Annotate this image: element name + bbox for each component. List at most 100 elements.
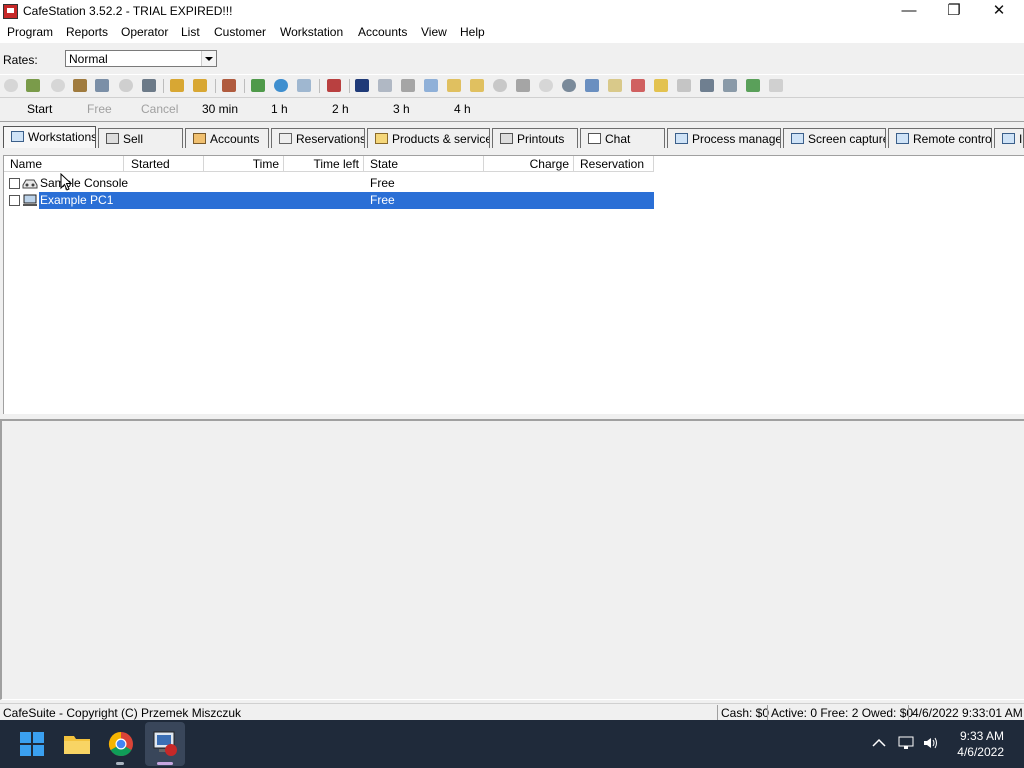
menu-operator[interactable]: Operator [121, 25, 168, 39]
column-started[interactable]: Started [124, 156, 204, 172]
row-checkbox[interactable] [9, 178, 20, 189]
menu-program[interactable]: Program [7, 25, 53, 39]
tab-products-services[interactable]: Products & services [367, 128, 490, 148]
remote-control-icon [896, 133, 909, 144]
row-checkbox[interactable] [9, 195, 20, 206]
tower-icon[interactable] [355, 79, 369, 92]
globe-icon[interactable] [274, 79, 288, 92]
tab-sell[interactable]: Sell [98, 128, 183, 148]
printer-icon[interactable] [723, 79, 737, 92]
chrome-icon[interactable] [105, 728, 137, 760]
disabled-action-icon [539, 79, 553, 92]
4-h-button[interactable]: 4 h [454, 102, 471, 116]
3-h-button[interactable]: 3 h [393, 102, 410, 116]
volume-icon[interactable] [922, 736, 938, 750]
display-icon[interactable] [677, 79, 691, 92]
minimize-button[interactable]: — [886, 0, 932, 23]
column-name[interactable]: Name [4, 156, 124, 172]
sheet-add-icon[interactable] [608, 79, 622, 92]
books-icon[interactable] [327, 79, 341, 92]
2-h-button[interactable]: 2 h [332, 102, 349, 116]
table-icon[interactable] [297, 79, 311, 92]
30-min-button[interactable]: 30 min [202, 102, 238, 116]
disabled-action-icon [769, 79, 783, 92]
rates-dropdown[interactable]: Normal [65, 50, 217, 67]
cart-icon[interactable] [401, 79, 415, 92]
column-reservation[interactable]: Reservation [574, 156, 654, 172]
chevron-down-icon[interactable] [201, 51, 216, 66]
console-icon [22, 179, 38, 189]
column-charge[interactable]: Charge [484, 156, 574, 172]
menu-bar: Program Reports Operator List Customer W… [0, 23, 1024, 43]
window-remove-icon[interactable] [631, 79, 645, 92]
lock-icon[interactable] [170, 79, 184, 92]
column-state[interactable]: State [364, 156, 484, 172]
tab-workstations[interactable]: Workstations [3, 126, 96, 148]
cancel-button[interactable]: Cancel [141, 102, 178, 116]
copyright-text: CafeSuite - Copyright (C) Przemek Miszcz… [3, 706, 242, 720]
unlock-icon[interactable] [193, 79, 207, 92]
operator-icon[interactable] [222, 79, 236, 92]
list-item[interactable]: Sample Console Free [4, 175, 654, 192]
menu-help[interactable]: Help [460, 25, 485, 39]
tab-remote-control[interactable]: Remote control [888, 128, 992, 148]
edit-icon[interactable] [470, 79, 484, 92]
column-time[interactable]: Time [204, 156, 284, 172]
tab-accounts[interactable]: Accounts [185, 128, 269, 148]
close-button[interactable]: ✕ [976, 0, 1022, 23]
start-button[interactable]: Start [27, 102, 52, 116]
computer-icon [23, 194, 37, 206]
cafestation-icon[interactable] [149, 728, 181, 760]
disabled-action-icon [51, 79, 65, 92]
user-add-icon[interactable] [26, 79, 40, 92]
1-h-button[interactable]: 1 h [271, 102, 288, 116]
monitor-icon[interactable] [378, 79, 392, 92]
tab-icon [1002, 133, 1015, 144]
tab-more[interactable]: I [994, 128, 1024, 148]
refresh-icon[interactable] [746, 79, 760, 92]
list-item[interactable]: Example PC1 Free [4, 192, 654, 209]
menu-workstation[interactable]: Workstation [280, 25, 343, 39]
rates-label: Rates: [3, 53, 38, 67]
menu-view[interactable]: View [421, 25, 447, 39]
process-icon [675, 133, 688, 144]
menu-list[interactable]: List [181, 25, 200, 39]
folder-add-icon[interactable] [447, 79, 461, 92]
cart-icon [106, 133, 119, 144]
workstation-name: Example PC1 [40, 193, 114, 207]
cash-status: Cash: $0 [717, 705, 769, 721]
disabled-action-icon [119, 79, 133, 92]
menu-accounts[interactable]: Accounts [358, 25, 407, 39]
clock[interactable]: 9:33 AM 4/6/2022 [957, 729, 1004, 759]
free-button[interactable]: Free [87, 102, 112, 116]
key-icon[interactable] [654, 79, 668, 92]
money-icon[interactable] [251, 79, 265, 92]
workstations-summary: Active: 0 Free: 2 Owed: $0 [767, 705, 913, 721]
tab-printouts[interactable]: Printouts [492, 128, 578, 148]
list-header: Name Started Time Time left State Charge… [4, 156, 1024, 173]
server-icon[interactable] [700, 79, 714, 92]
file-explorer-icon[interactable] [61, 728, 93, 760]
monitor-group-icon[interactable] [142, 79, 156, 92]
rates-value: Normal [69, 52, 108, 66]
windows-start-icon[interactable] [16, 728, 48, 760]
tab-process-manager[interactable]: Process manager [667, 128, 781, 148]
transfer-icon[interactable] [73, 79, 87, 92]
mail-icon[interactable] [424, 79, 438, 92]
wrench-icon[interactable] [95, 79, 109, 92]
tab-screen-capture[interactable]: Screen capture [783, 128, 886, 148]
menu-reports[interactable]: Reports [66, 25, 108, 39]
calendar-icon [279, 133, 292, 144]
workstation-name: Sample Console [40, 176, 129, 190]
tab-chat[interactable]: Chat [580, 128, 665, 148]
products-icon [375, 133, 388, 144]
chevron-up-icon[interactable] [871, 736, 887, 750]
network-icon[interactable] [898, 736, 914, 750]
cart-icon-2[interactable] [516, 79, 530, 92]
menu-customer[interactable]: Customer [214, 25, 266, 39]
network-icon[interactable] [585, 79, 599, 92]
column-time-left[interactable]: Time left [284, 156, 364, 172]
tab-reservations[interactable]: Reservations [271, 128, 365, 148]
maximize-button[interactable]: ❐ [931, 0, 977, 23]
clock-icon[interactable] [562, 79, 576, 92]
